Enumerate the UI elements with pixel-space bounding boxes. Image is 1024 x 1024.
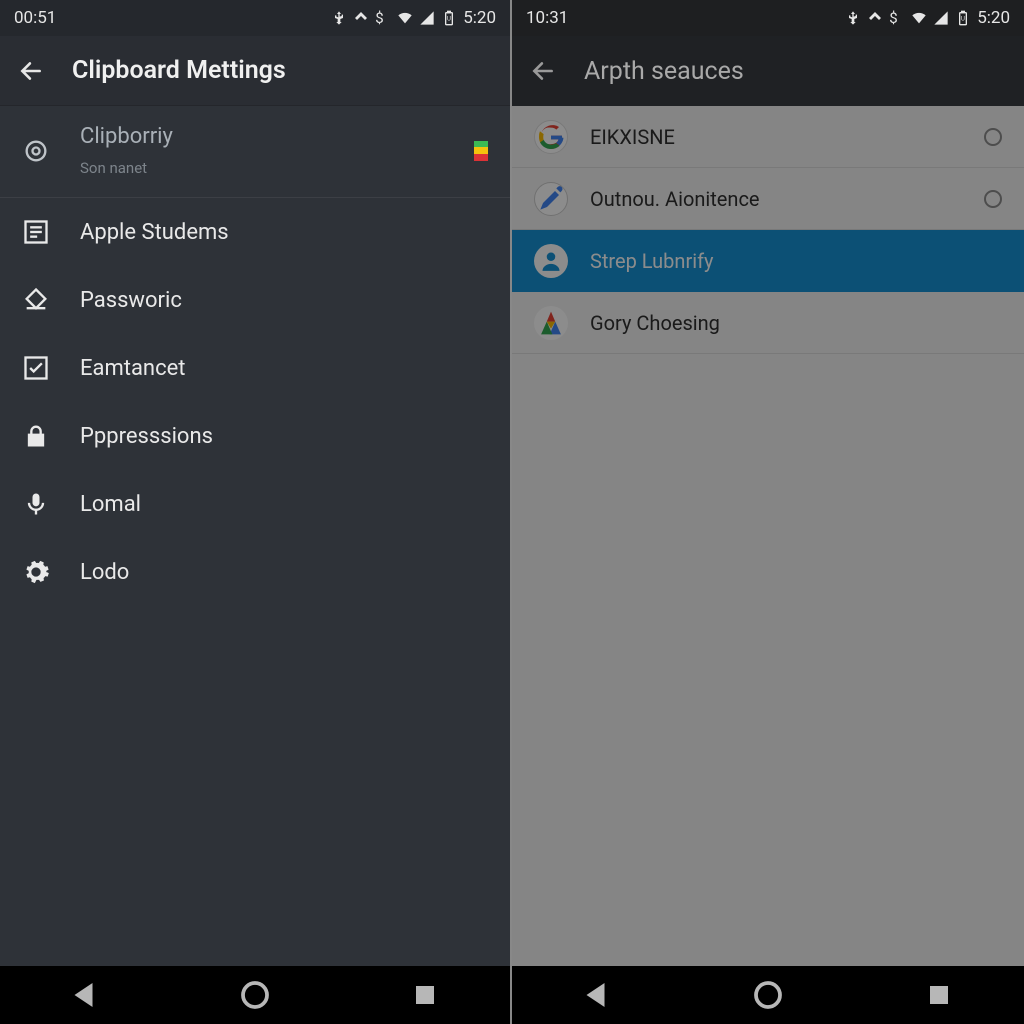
app-bar: Arpth seauces [512,36,1024,106]
dollar-icon: $ [889,10,905,26]
list-item-passworic[interactable]: Passworic [0,266,510,334]
source-item-label: Strep Lubnrify [590,249,1002,273]
list-item-label: Passworic [80,288,182,313]
cast-icon [353,10,369,26]
source-item-strep-lubnrify[interactable]: Strep Lubnrify [512,230,1024,292]
source-item-eikxisne[interactable]: EIKXISNE [512,106,1024,168]
nav-home-button[interactable] [237,977,273,1013]
lock-icon [22,422,50,450]
page-title: Arpth seauces [584,57,744,86]
status-icons: $ U 5:20 [331,8,496,28]
status-clock-right: 5:20 [463,8,496,28]
flag-icon [474,141,488,161]
status-icons: $ U 5:20 [845,8,1010,28]
checkbox-icon [22,354,50,382]
status-clock-left: 10:31 [526,8,568,28]
list-item-label: Eamtancet [80,356,185,381]
list-item-subtitle: Son nanet [80,159,444,177]
person-circle-icon [534,244,568,278]
list-item-apple-studems[interactable]: Apple Studems [0,198,510,266]
back-button[interactable] [18,58,44,84]
source-item-gory-choesing[interactable]: Gory Choesing [512,292,1024,354]
cast-icon [867,10,883,26]
page-title: Clipboard Mettings [72,56,286,85]
source-item-label: Outnou. Aionitence [590,187,962,211]
list-item-lodo[interactable]: Lodo [0,538,510,606]
nav-back-button[interactable] [579,977,615,1013]
status-clock-left: 00:51 [14,8,56,28]
usb-icon [331,10,347,26]
nav-home-button[interactable] [750,977,786,1013]
settings-list: Clipborriy Son nanet Apple Studems Passw… [0,106,510,966]
navigation-bar [0,966,510,1024]
wifi-icon [911,10,927,26]
navigation-bar [512,966,1024,1024]
status-clock-right: 5:20 [977,8,1010,28]
pen-circle-icon [534,182,568,216]
list-item-clipboard[interactable]: Clipborriy Son nanet [0,106,510,198]
battery-icon: U [441,10,457,26]
list-item-lomal[interactable]: Lomal [0,470,510,538]
nav-recent-button[interactable] [921,977,957,1013]
list-icon [22,218,50,246]
usb-icon [845,10,861,26]
dollar-icon: $ [375,10,391,26]
source-item-outnou[interactable]: Outnou. Aionitence [512,168,1024,230]
sources-list: EIKXISNE Outnou. Aionitence Strep Lubnri… [512,106,1024,966]
svg-text:U: U [961,16,965,23]
back-button[interactable] [530,58,556,84]
diamond-icon [22,286,50,314]
app-bar: Clipboard Mettings [0,36,510,106]
gear-icon [22,558,50,586]
google-a-icon [534,306,568,340]
cell-signal-icon [933,10,949,26]
google-g-icon [534,120,568,154]
nav-back-button[interactable] [67,977,103,1013]
svg-text:U: U [447,16,451,23]
radio-unselected[interactable] [984,128,1002,146]
status-bar: 00:51 $ U 5:20 [0,0,510,36]
screen-settings: 00:51 $ U 5:20 Clipboard Mettings [0,0,512,1024]
source-item-label: Gory Choesing [590,311,1002,335]
mic-icon [22,490,50,518]
status-bar: 10:31 $ U 5:20 [512,0,1024,36]
list-item-label: Pppresssions [80,424,213,449]
list-item-label: Lomal [80,492,141,517]
settings-outline-icon [22,137,50,165]
screen-sources: 10:31 $ U 5:20 Arpth seauces [512,0,1024,1024]
nav-recent-button[interactable] [407,977,443,1013]
radio-unselected[interactable] [984,190,1002,208]
list-item-title: Clipborriy [80,124,444,149]
list-item-pppresssions[interactable]: Pppresssions [0,402,510,470]
battery-icon: U [955,10,971,26]
cell-signal-icon [419,10,435,26]
list-item-label: Apple Studems [80,220,229,245]
source-item-label: EIKXISNE [590,125,962,149]
list-item-eamtancet[interactable]: Eamtancet [0,334,510,402]
wifi-icon [397,10,413,26]
list-item-label: Lodo [80,560,129,585]
